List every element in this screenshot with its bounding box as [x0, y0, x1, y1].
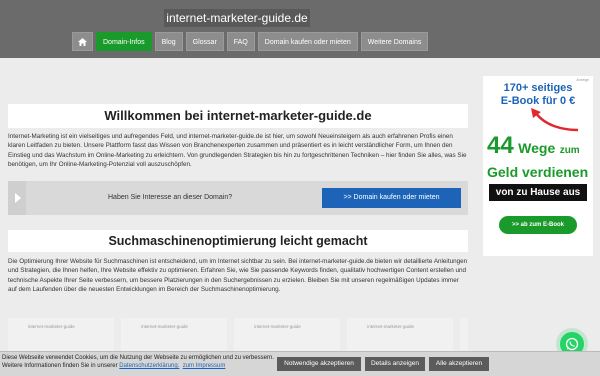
nav-glossar[interactable]: Glossar	[185, 32, 224, 51]
home-icon	[78, 37, 87, 46]
cookie-text-line1: Diese Webseite verwendet Cookies, um die…	[2, 355, 274, 361]
whatsapp-icon	[565, 337, 579, 351]
article-thumbnail[interactable]: internet-marketer-guide	[8, 318, 115, 354]
show-details-button[interactable]: Details anzeigen	[365, 357, 425, 371]
article-thumbnails: internet-marketer-guide internet-markete…	[8, 318, 469, 354]
domain-question: Haben Sie Interesse an dieser Domain?	[108, 194, 233, 201]
ad-zum: zum	[559, 145, 580, 156]
ebook-ad-banner[interactable]: Anzeige 170+ seitiges E-Book für 0 € 44 …	[483, 76, 593, 256]
privacy-link[interactable]: Datenschutzerklärung.	[119, 363, 179, 369]
nav-faq[interactable]: FAQ	[226, 32, 255, 51]
triangle-arrow-icon	[15, 193, 21, 203]
site-header: internet-marketer-guide.de Domain-Infos …	[0, 0, 600, 58]
domain-buy-rent-button[interactable]: >> Domain kaufen oder mieten	[322, 188, 461, 208]
ad-headline-1: 170+ seitiges	[503, 82, 573, 94]
site-title[interactable]: internet-marketer-guide.de	[164, 9, 310, 27]
cookie-banner: Diese Webseite verwendet Cookies, um die…	[0, 351, 600, 376]
article-thumbnail[interactable]: internet-marketer-guide	[121, 318, 228, 354]
accept-all-button[interactable]: Alle akzeptieren	[429, 357, 489, 371]
article-thumbnail[interactable]	[460, 318, 469, 354]
cookie-text-line2: Weitere Informationen finden Sie in unse…	[2, 363, 118, 369]
nav-domain-infos[interactable]: Domain-Infos	[96, 32, 152, 51]
ad-von-zu-hause: von zu Hause aus	[489, 184, 587, 201]
ad-big-text: 44 Wege zum	[487, 134, 593, 158]
nav-domain-kaufen[interactable]: Domain kaufen oder mieten	[257, 32, 358, 51]
article-thumbnail[interactable]: internet-marketer-guide	[347, 318, 454, 354]
cookie-text: Diese Webseite verwendet Cookies, um die…	[2, 354, 302, 370]
ad-number: 44	[487, 132, 514, 159]
accept-necessary-button[interactable]: Notwendige akzeptieren	[277, 357, 361, 371]
welcome-heading-box: Willkommen bei internet-marketer-guide.d…	[8, 104, 468, 128]
arrow-marker	[8, 181, 26, 215]
red-arrow-icon	[531, 108, 579, 132]
thumbnail-caption: internet-marketer-guide	[367, 324, 415, 329]
nav-weitere-domains[interactable]: Weitere Domains	[360, 32, 429, 51]
impressum-link[interactable]: zum Impressum	[183, 363, 226, 369]
seo-text: Die Optimierung Ihrer Website für Suchma…	[8, 258, 468, 293]
thumbnail-caption: internet-marketer-guide	[254, 324, 301, 329]
ad-geld-verdienen: Geld verdienen	[487, 164, 589, 180]
seo-title: Suchmaschinenoptimierung leicht gemacht	[108, 234, 368, 248]
seo-heading-box: Suchmaschinenoptimierung leicht gemacht	[8, 230, 468, 252]
nav-home[interactable]	[72, 32, 93, 51]
thumbnail-caption: internet-marketer-guide	[141, 324, 188, 329]
ad-wege: Wege	[518, 140, 556, 156]
ad-cta-button[interactable]: >> ab zum E-Book	[499, 216, 577, 234]
thumbnail-caption: internet-marketer-guide	[28, 324, 75, 329]
nav-blog[interactable]: Blog	[154, 32, 183, 51]
main-nav: Domain-Infos Blog Glossar FAQ Domain kau…	[72, 32, 429, 51]
welcome-title: Willkommen bei internet-marketer-guide.d…	[104, 108, 372, 123]
domain-offer-box: Haben Sie Interesse an dieser Domain? >>…	[8, 181, 468, 215]
intro-text: Internet-Marketing ist ein vielseitiges …	[8, 133, 467, 168]
article-thumbnail[interactable]: internet-marketer-guide	[234, 318, 341, 354]
